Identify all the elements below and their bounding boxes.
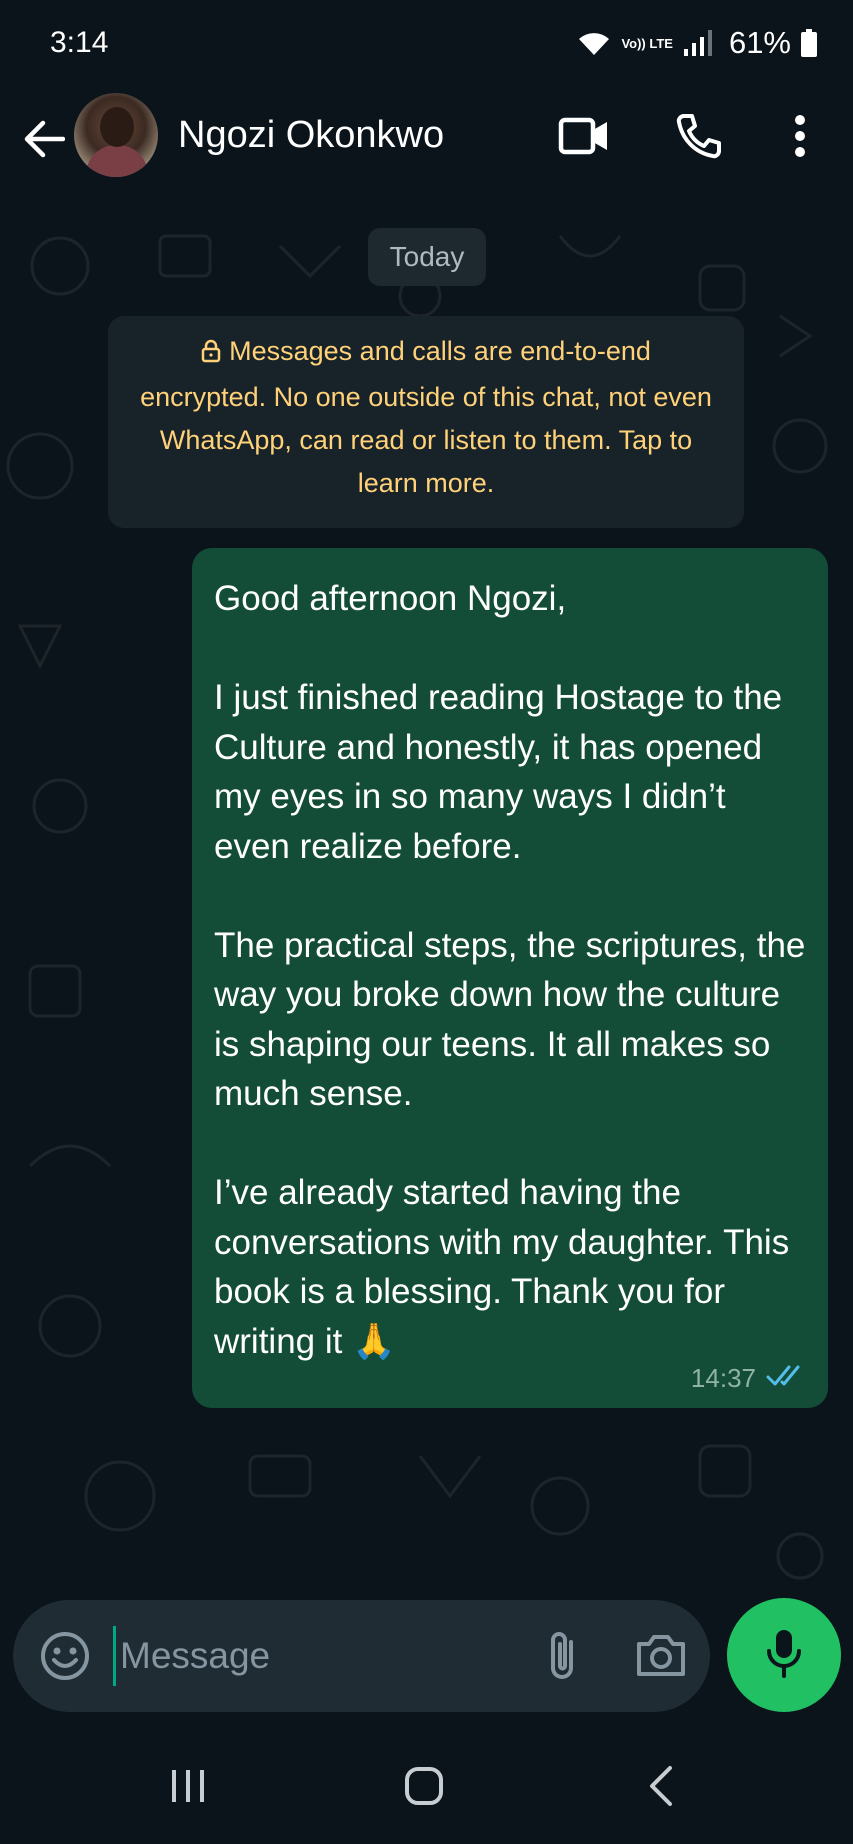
status-icons: Vo)) LTE 61% xyxy=(577,25,817,61)
wifi-icon xyxy=(577,29,611,57)
phone-icon xyxy=(674,112,722,165)
battery-percent: 61% xyxy=(728,25,791,60)
contact-avatar[interactable] xyxy=(74,93,158,177)
chat-area[interactable]: Today Messages and calls are end-to-end … xyxy=(0,206,853,1596)
camera-button[interactable] xyxy=(633,1628,689,1684)
message-meta: 14:37 xyxy=(691,1363,808,1394)
more-options-button[interactable] xyxy=(770,108,830,168)
status-time: 3:14 xyxy=(50,26,109,59)
system-nav-bar xyxy=(0,1730,853,1844)
status-bar: 3:14 Vo)) LTE 61% xyxy=(0,0,853,86)
chevron-left-icon xyxy=(646,1766,676,1812)
emoji-icon xyxy=(39,1632,91,1686)
date-separator: Today xyxy=(368,228,486,286)
chat-header: Ngozi Okonkwo xyxy=(0,86,853,206)
read-receipt-icon xyxy=(766,1363,808,1394)
video-call-icon xyxy=(558,116,610,161)
voice-message-button[interactable] xyxy=(727,1598,841,1712)
recents-button[interactable] xyxy=(168,1766,208,1806)
recents-icon xyxy=(168,1770,208,1810)
contact-name[interactable]: Ngozi Okonkwo xyxy=(178,114,444,157)
network-label: Vo)) LTE xyxy=(621,35,673,51)
message-input[interactable] xyxy=(113,1626,533,1686)
encryption-notice-text: Messages and calls are end-to-end encryp… xyxy=(140,336,712,498)
message-time: 14:37 xyxy=(690,1363,756,1393)
home-button[interactable] xyxy=(404,1766,444,1806)
message-text: Good afternoon Ngozi, I just finished re… xyxy=(214,579,806,1361)
outgoing-message[interactable]: Good afternoon Ngozi, I just finished re… xyxy=(192,548,828,1408)
back-arrow-icon xyxy=(21,119,66,164)
emoji-button[interactable] xyxy=(39,1630,91,1682)
voice-call-button[interactable] xyxy=(668,108,728,168)
microphone-icon xyxy=(764,1627,804,1684)
home-icon xyxy=(404,1767,444,1810)
message-composer xyxy=(13,1600,710,1712)
camera-icon xyxy=(633,1635,689,1688)
encryption-notice[interactable]: Messages and calls are end-to-end encryp… xyxy=(108,316,744,528)
nav-back-button[interactable] xyxy=(646,1764,676,1808)
battery-icon xyxy=(801,29,817,57)
paperclip-icon xyxy=(543,1632,583,1688)
video-call-button[interactable] xyxy=(554,108,614,168)
back-button[interactable] xyxy=(18,116,68,166)
lock-icon xyxy=(201,333,221,376)
attach-button[interactable] xyxy=(543,1628,593,1684)
signal-icon xyxy=(683,29,713,57)
more-vert-icon xyxy=(794,114,806,163)
